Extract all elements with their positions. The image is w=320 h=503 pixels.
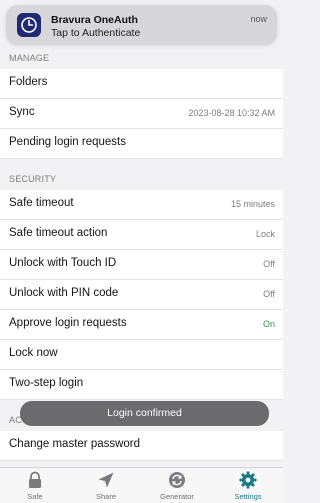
safe-timeout-action-row[interactable]: Safe timeout action Lock: [0, 220, 283, 250]
tab-bar: Safe Share Generator Settings: [0, 467, 283, 503]
tab-safe[interactable]: Safe: [0, 468, 70, 503]
safe-timeout-row[interactable]: Safe timeout 15 minutes: [0, 190, 283, 220]
touch-id-row[interactable]: Unlock with Touch ID Off: [0, 250, 283, 280]
pending-login-requests-label: Pending login requests: [9, 136, 126, 148]
two-step-login-row[interactable]: Two-step login: [0, 370, 283, 400]
safe-timeout-value: 15 minutes: [230, 199, 275, 209]
pin-code-row[interactable]: Unlock with PIN code Off: [0, 280, 283, 310]
safe-timeout-action-value: Lock: [255, 229, 275, 239]
login-confirmed-toast: Login confirmed: [20, 401, 269, 426]
approve-login-requests-value: On: [262, 319, 275, 329]
toast-message: Login confirmed: [107, 407, 182, 419]
oneauth-clock-icon: [17, 13, 41, 37]
pending-login-requests-row[interactable]: Pending login requests: [0, 129, 283, 159]
settings-screen: Bravura OneAuth Tap to Authenticate now …: [0, 0, 283, 503]
tab-settings[interactable]: Settings: [213, 468, 283, 503]
pin-code-label: Unlock with PIN code: [9, 287, 119, 299]
tab-generator-label: Generator: [160, 492, 194, 501]
lock-now-row[interactable]: Lock now: [0, 340, 283, 370]
folders-row[interactable]: Folders: [0, 69, 283, 99]
touch-id-value: Off: [263, 259, 275, 269]
touch-id-label: Unlock with Touch ID: [9, 257, 117, 269]
sync-label: Sync: [9, 106, 35, 118]
change-master-password-row[interactable]: Change master password: [0, 431, 283, 461]
folders-label: Folders: [9, 76, 48, 88]
tab-share[interactable]: Share: [71, 468, 141, 503]
pin-code-value: Off: [263, 289, 275, 299]
lock-now-label: Lock now: [9, 347, 58, 359]
gear-icon: [239, 471, 257, 489]
push-notification[interactable]: Bravura OneAuth Tap to Authenticate now: [6, 5, 277, 45]
tab-generator[interactable]: Generator: [142, 468, 212, 503]
approve-login-requests-row[interactable]: Approve login requests On: [0, 310, 283, 340]
section-header-security: SECURITY: [0, 167, 283, 191]
tab-settings-label: Settings: [234, 492, 262, 501]
notification-time: now: [250, 14, 267, 24]
two-step-login-label: Two-step login: [9, 377, 84, 389]
send-icon: [98, 472, 114, 488]
approve-login-requests-label: Approve login requests: [9, 317, 127, 329]
tab-share-label: Share: [95, 492, 116, 501]
change-master-password-label: Change master password: [9, 438, 141, 450]
lock-icon: [29, 471, 41, 488]
sync-timestamp: 2023-08-28 10:32 AM: [188, 108, 275, 118]
tab-safe-label: Safe: [27, 492, 43, 501]
sync-row[interactable]: Sync 2023-08-28 10:32 AM: [0, 99, 283, 129]
refresh-icon: [169, 472, 185, 488]
notification-app-name: Bravura OneAuth: [51, 14, 138, 26]
safe-timeout-action-label: Safe timeout action: [9, 227, 108, 239]
notification-message: Tap to Authenticate: [51, 27, 141, 39]
section-header-manage: MANAGE: [0, 46, 283, 70]
safe-timeout-label: Safe timeout: [9, 197, 74, 209]
